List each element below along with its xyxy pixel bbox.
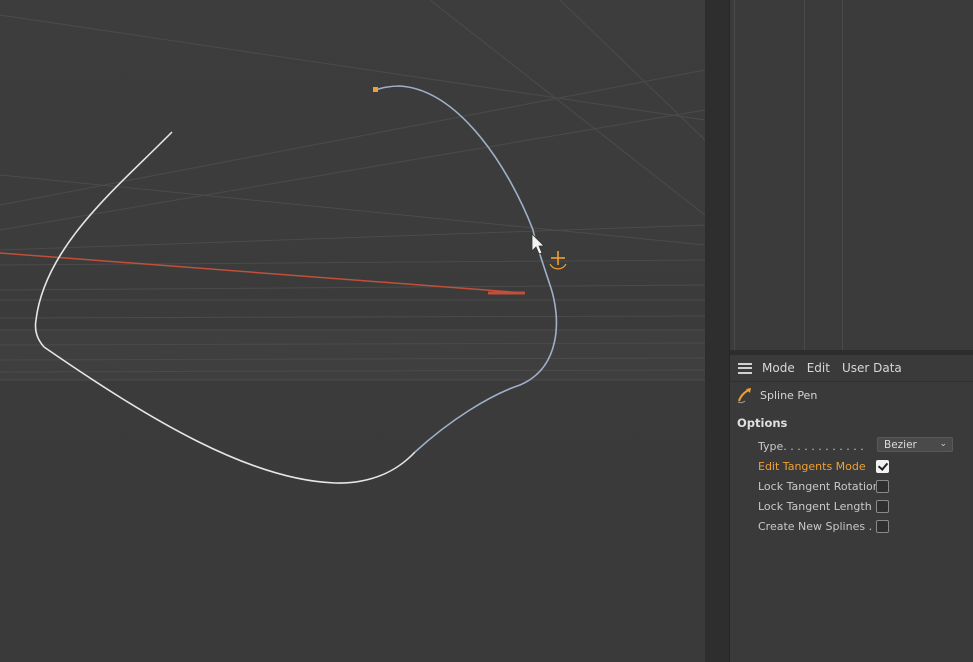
attribute-manager: Mode Edit User Data Spline Pen Options T… [730,355,973,662]
menu-mode[interactable]: Mode [762,361,795,375]
option-edit-tangents-row: Edit Tangents Mode [758,457,968,475]
type-select[interactable]: Bezier ⌄ [877,437,953,452]
spline-segment-left[interactable] [34,131,173,348]
menu-user-data[interactable]: User Data [842,361,902,375]
option-type-label: Type. . . . . . . . . . . . [758,439,864,453]
tool-header: Spline Pen [730,385,817,405]
move-crosshair-icon [549,251,567,270]
option-lock-length-label: Lock Tangent Length [758,499,872,513]
viewport-splitter[interactable] [705,0,730,662]
object-manager-column-divider[interactable] [842,0,843,350]
object-manager[interactable] [730,0,973,351]
horizon-band [0,330,705,380]
options-section-title: Options [737,416,788,430]
edit-tangents-checkbox[interactable] [876,459,889,473]
object-manager-column-divider[interactable] [804,0,805,350]
option-create-new-label: Create New Splines . . [758,519,880,533]
x-axis-line [0,252,526,294]
option-lock-rotation-row: Lock Tangent Rotation [758,477,968,495]
attribute-menubar: Mode Edit User Data [730,355,973,382]
tool-name: Spline Pen [760,388,818,402]
arrow-cursor-icon [531,233,545,255]
hamburger-menu-icon[interactable] [738,362,752,374]
type-select-value: Bezier [884,438,917,451]
right-panel: Mode Edit User Data Spline Pen Options T… [730,0,973,662]
spline-point-selected[interactable] [373,87,378,92]
3d-viewport[interactable] [0,0,705,662]
spline-pen-icon [737,388,751,404]
option-lock-length-row: Lock Tangent Length [758,497,968,515]
chevron-down-icon: ⌄ [939,439,947,449]
floor-grid [0,0,705,381]
object-manager-column-divider[interactable] [734,0,735,350]
menu-edit[interactable]: Edit [807,361,830,375]
option-type-row: Type. . . . . . . . . . . . Bezier ⌄ [758,437,968,455]
option-edit-tangents-label: Edit Tangents Mode [758,459,866,473]
option-lock-rotation-label: Lock Tangent Rotation [758,479,880,493]
spline-segment-selected[interactable] [375,85,558,453]
lock-length-checkbox[interactable] [876,499,889,513]
viewport-canvas [0,0,705,484]
option-create-new-row: Create New Splines . . [758,517,968,535]
lock-rotation-checkbox[interactable] [876,479,889,493]
create-new-checkbox[interactable] [876,519,889,533]
